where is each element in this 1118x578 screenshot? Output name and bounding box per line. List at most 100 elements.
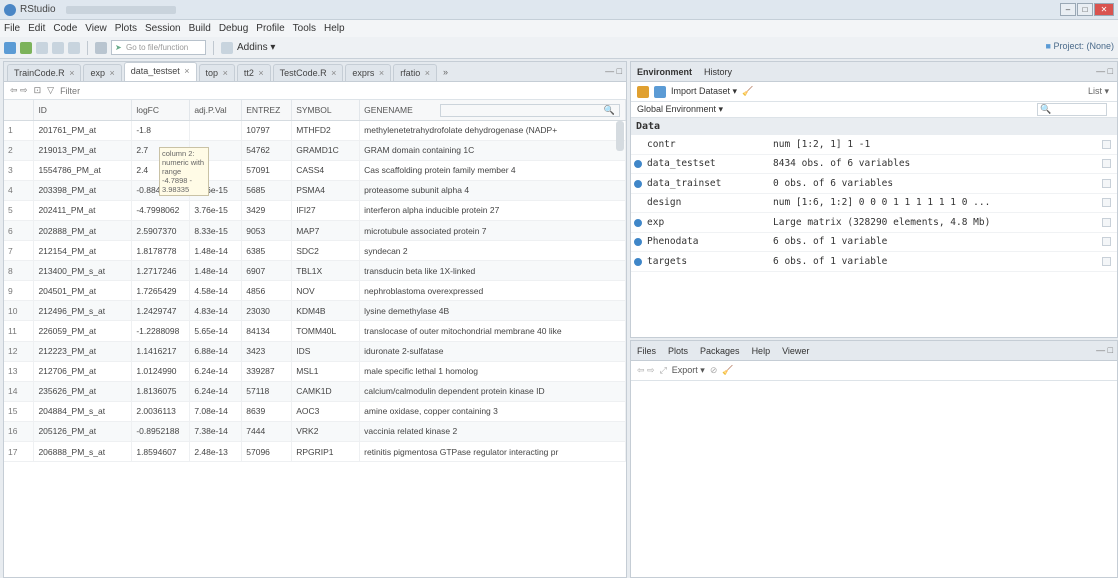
column-header-id[interactable]: ID <box>33 100 133 121</box>
view-data-icon[interactable] <box>1102 198 1111 208</box>
table-row[interactable]: 3 1554786_PM_at 2.4 57091 CASS4 Cas scaffoldi… <box>4 160 626 181</box>
tab-help[interactable]: Help <box>752 346 771 356</box>
tab-environment[interactable]: Environment <box>637 67 692 77</box>
view-data-icon[interactable] <box>1102 139 1111 149</box>
close-tab-icon[interactable]: × <box>256 68 263 78</box>
tab-top[interactable]: top × <box>198 64 235 81</box>
close-tab-icon[interactable]: × <box>182 66 189 76</box>
filter-icon[interactable]: ▽ <box>47 85 54 96</box>
environment-item[interactable]: targets 6 obs. of 1 variable <box>631 252 1117 272</box>
table-row[interactable]: 11 226059_PM_at -1.2288098 5.65e-14 84134 TOM… <box>4 320 626 342</box>
maximize-button[interactable]: □ <box>1077 3 1093 16</box>
scope-dropdown[interactable]: Global Environment ▾ <box>637 104 723 115</box>
view-data-icon[interactable] <box>1102 256 1111 266</box>
tab-traincode-r[interactable]: TrainCode.R × <box>7 64 82 81</box>
prev-plot-icon[interactable]: ⇦ ⇨ <box>637 365 655 376</box>
new-project-icon[interactable] <box>20 41 32 54</box>
column-header-adj-p-val[interactable]: adj.P.Val <box>189 100 243 121</box>
table-row[interactable]: 12 212223_PM_at 1.1416217 6.88e-14 3423 IDS id… <box>4 341 626 362</box>
save-icon[interactable] <box>52 41 64 54</box>
save-all-icon[interactable] <box>68 41 80 54</box>
environment-item[interactable]: exp Large matrix (328290 elements, 4.8 Mb… <box>631 213 1117 233</box>
close-tab-icon[interactable]: × <box>329 68 336 78</box>
close-tab-icon[interactable]: × <box>107 68 114 78</box>
environment-item[interactable]: data_testset 8434 obs. of 6 variables <box>631 155 1117 174</box>
table-row[interactable]: 4 203398_PM_at -0.8843683 3.76e-15 5685 PSMA4… <box>4 180 626 201</box>
search-input[interactable]: 🔍 <box>440 104 620 117</box>
tab-packages[interactable]: Packages <box>700 346 740 356</box>
environment-item[interactable]: contr num [1:2, 1] 1 -1 <box>631 135 1117 155</box>
table-row[interactable]: 7 212154_PM_at 1.8178778 1.48e-14 6385 SDC2 sy… <box>4 240 626 262</box>
close-tab-icon[interactable]: × <box>422 68 430 78</box>
list-view-menu[interactable]: List ▾ <box>1088 86 1109 97</box>
popout-icon[interactable]: ⊡ <box>34 85 42 96</box>
table-row[interactable]: 1 201761_PM_at -1.8 10797 MTHFD2 methylenetet… <box>4 120 626 141</box>
pane-minmax-icon[interactable]: — □ <box>605 66 622 76</box>
import-dataset-button[interactable]: Import Dataset ▾ <box>671 86 737 97</box>
menu-build[interactable]: Build <box>189 23 211 34</box>
menu-session[interactable]: Session <box>145 23 181 34</box>
tab-plots[interactable]: Plots <box>668 346 688 356</box>
vertical-scrollbar[interactable] <box>616 121 624 151</box>
view-data-icon[interactable] <box>1102 237 1111 247</box>
environment-search-input[interactable]: 🔍 <box>1037 103 1107 116</box>
table-row[interactable]: 13 212706_PM_at 1.0124990 6.24e-14 339287 MSL… <box>4 361 626 382</box>
menu-code[interactable]: Code <box>53 23 77 34</box>
more-tabs-button[interactable]: » <box>443 64 448 81</box>
view-data-icon[interactable] <box>1102 159 1111 169</box>
tab-exprs[interactable]: exprs × <box>345 64 392 81</box>
tab-rfatio[interactable]: rfatio × <box>393 64 437 81</box>
close-tab-icon[interactable]: × <box>376 68 384 78</box>
table-row[interactable]: 14 235626_PM_at 1.8136075 6.24e-14 57118 CAMK… <box>4 381 626 402</box>
pane-minmax-icon[interactable]: — □ <box>1096 66 1113 76</box>
column-header-symbol[interactable]: SYMBOL <box>291 100 361 121</box>
load-workspace-icon[interactable] <box>637 85 649 98</box>
column-header-logfc[interactable]: logFC <box>131 100 191 121</box>
menu-edit[interactable]: Edit <box>28 23 45 34</box>
tab-viewer[interactable]: Viewer <box>782 346 809 356</box>
view-data-icon[interactable] <box>1102 217 1111 227</box>
view-data-icon[interactable] <box>1102 178 1111 188</box>
addins-menu[interactable]: Addins ▾ <box>237 42 275 53</box>
export-button[interactable]: Export ▾ <box>672 365 705 376</box>
close-button[interactable]: ✕ <box>1094 3 1114 16</box>
table-row[interactable]: 8 213400_PM_s_at 1.2717246 1.48e-14 6907 TBL1… <box>4 260 626 282</box>
menu-tools[interactable]: Tools <box>293 23 316 34</box>
goto-file-input[interactable]: Go to file/function <box>111 40 206 55</box>
menu-file[interactable]: File <box>4 23 20 34</box>
zoom-icon[interactable]: ⤢ <box>660 365 667 376</box>
table-row[interactable]: 17 206888_PM_s_at 1.8594607 2.48e-13 57096 RP… <box>4 441 626 463</box>
back-icon[interactable]: ⇦ ⇨ <box>10 85 28 96</box>
environment-item[interactable]: data_trainset 0 obs. of 6 variables <box>631 174 1117 194</box>
remove-plot-icon[interactable]: ⊘ <box>710 365 718 376</box>
menu-profile[interactable]: Profile <box>256 23 284 34</box>
table-row[interactable]: 16 205126_PM_at -0.8952188 7.38e-14 7444 VRK2… <box>4 421 626 443</box>
broom-icon[interactable]: 🧹 <box>742 86 753 97</box>
tab-data-testset[interactable]: data_testset × <box>123 62 197 81</box>
tab-exp[interactable]: exp × <box>83 64 122 81</box>
clear-plots-icon[interactable]: 🧹 <box>722 365 733 376</box>
filter-button[interactable]: Filter <box>60 86 80 96</box>
tab-files[interactable]: Files <box>637 346 656 356</box>
menu-help[interactable]: Help <box>324 23 345 34</box>
menu-view[interactable]: View <box>85 23 107 34</box>
table-row[interactable]: 15 204884_PM_s_at 2.0036113 7.08e-14 8639 AOC… <box>4 401 626 422</box>
table-row[interactable]: 9 204501_PM_at 1.7265429 4.58e-14 4856 NOV nep… <box>4 280 626 302</box>
minimize-button[interactable]: – <box>1060 3 1076 16</box>
project-menu[interactable]: Project: (None) <box>1046 41 1114 51</box>
close-tab-icon[interactable]: × <box>220 68 228 78</box>
new-file-icon[interactable] <box>4 41 16 54</box>
print-icon[interactable] <box>95 41 107 54</box>
table-row[interactable]: 5 202411_PM_at -4.7998062 3.76e-15 3429 IFI27… <box>4 200 626 221</box>
table-row[interactable]: 10 212496_PM_s_at 1.2429747 4.83e-14 23030 KD… <box>4 300 626 322</box>
environment-item[interactable]: Phenodata 6 obs. of 1 variable <box>631 233 1117 252</box>
table-row[interactable]: 2 219013_PM_at 2.7 54762 GRAMD1C GRAM domain … <box>4 140 626 161</box>
save-workspace-icon[interactable] <box>654 85 666 98</box>
tab-testcode-r[interactable]: TestCode.R × <box>272 64 344 81</box>
pane-minmax-icon[interactable]: — □ <box>1096 345 1113 355</box>
tab-tt2[interactable]: tt2 × <box>236 64 271 81</box>
table-row[interactable]: 6 202888_PM_at 2.5907370 8.33e-15 9053 MAP7 mi… <box>4 220 626 242</box>
menu-debug[interactable]: Debug <box>219 23 248 34</box>
column-header-entrez[interactable]: ENTREZ <box>241 100 293 121</box>
open-file-icon[interactable] <box>36 41 48 54</box>
